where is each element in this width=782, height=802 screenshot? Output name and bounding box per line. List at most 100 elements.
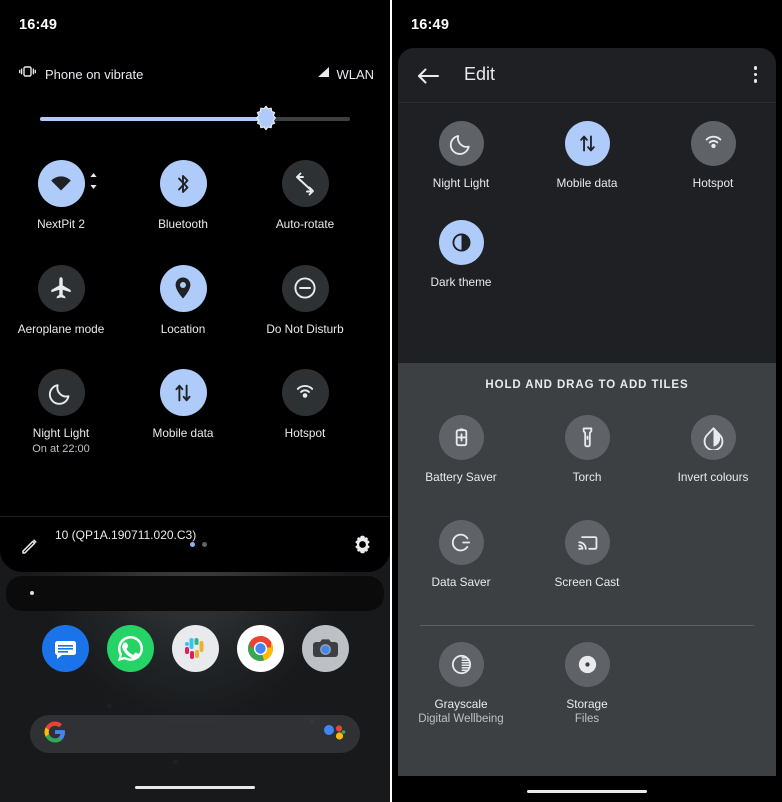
whatsapp-app-icon[interactable]	[106, 625, 154, 672]
invert-colours-icon[interactable]	[690, 415, 736, 460]
current-tiles-section: Night Light Mobile data Hotspot Dark theme	[398, 103, 776, 363]
edit-tile-label: Invert colours	[677, 470, 749, 484]
quick-settings-row: Aeroplane mode Location Do Not Disturb	[0, 264, 390, 337]
qs-tile-do-not-disturb[interactable]: Do Not Disturb	[244, 264, 366, 337]
signal-triangle-icon	[316, 65, 330, 83]
battery-saver-icon[interactable]	[438, 415, 484, 460]
quick-settings-footer: 10 (QP1A.190711.020.C3)	[0, 516, 390, 572]
edit-tiles-sheet: Edit Night Light Mobile data Hotspot Dark t…	[398, 48, 776, 776]
left-phone-screen: 16:49 Phone on vibrate WLAN NextPit 2 Bl…	[0, 0, 390, 802]
qs-tile-nextpit-2[interactable]: NextPit 2	[0, 160, 122, 232]
qs-tile-auto-rotate[interactable]: Auto-rotate	[244, 160, 366, 232]
qs-tile-label: Night Light	[32, 426, 90, 441]
chrome-app-icon[interactable]	[236, 625, 284, 672]
quick-settings-tile-grid: NextPit 2 Bluetooth Auto-rotate Aeroplane m…	[0, 160, 390, 488]
qs-tile-bluetooth[interactable]: Bluetooth	[122, 160, 244, 232]
current-tiles-grid: Night Light Mobile data Hotspot Dark theme	[398, 103, 776, 289]
notification-strip[interactable]	[6, 576, 384, 611]
page-indicator	[190, 542, 207, 547]
screenshot-stage: 16:49 Phone on vibrate WLAN NextPit 2 Bl…	[0, 0, 782, 802]
navigation-pill-right	[527, 789, 647, 793]
bluetooth-icon[interactable]	[159, 160, 207, 207]
edit-tile-hotspot[interactable]: Hotspot	[650, 121, 776, 190]
edit-tile-label: Grayscale	[434, 697, 488, 711]
edit-tile-storage[interactable]: Storage Files	[524, 642, 650, 725]
edit-tile-label: Data Saver	[431, 575, 491, 589]
page-dot-2[interactable]	[202, 542, 207, 547]
screen-cast-icon[interactable]	[564, 520, 610, 565]
settings-gear-icon[interactable]	[352, 534, 373, 560]
qs-tile-label: Hotspot	[284, 426, 326, 441]
edit-tile-torch[interactable]: Torch	[524, 415, 650, 484]
messages-app-icon[interactable]	[41, 625, 89, 672]
qs-tile-aeroplane-mode[interactable]: Aeroplane mode	[0, 264, 122, 337]
qs-tile-label: Bluetooth	[158, 217, 208, 231]
edit-pencil-icon[interactable]	[20, 536, 40, 561]
wifi-icon[interactable]	[37, 160, 97, 207]
dark-theme-icon[interactable]	[438, 220, 484, 265]
google-search-bar[interactable]	[30, 715, 360, 753]
overflow-dot	[753, 79, 757, 83]
airplane-icon[interactable]	[37, 264, 85, 312]
hotspot-icon[interactable]	[281, 369, 329, 417]
qs-tile-sublabel: On at 22:00	[32, 443, 90, 456]
mobile-data-icon[interactable]	[159, 369, 207, 417]
edit-tile-row: Night Light Mobile data Hotspot	[398, 121, 776, 190]
qs-tile-location[interactable]: Location	[122, 264, 244, 337]
wifi-expand-caret-icon[interactable]	[89, 172, 98, 195]
moon-icon[interactable]	[438, 121, 484, 166]
qs-tile-label: Location	[160, 321, 206, 336]
status-bar: 16:49	[0, 0, 390, 46]
right-phone-screen: 16:49 Edit Night Light Mobile data Hotsp…	[392, 0, 782, 802]
edit-tile-invert-colours[interactable]: Invert colours	[650, 415, 776, 484]
status-bar-right: 16:49	[392, 0, 782, 46]
edit-tile-label: Mobile data	[556, 176, 618, 190]
grayscale-icon[interactable]	[438, 642, 484, 687]
mobile-data-icon[interactable]	[564, 121, 610, 166]
camera-app-icon[interactable]	[301, 625, 349, 672]
page-dot-1[interactable]	[190, 542, 195, 547]
moon-icon[interactable]	[37, 369, 85, 417]
location-pin-icon[interactable]	[159, 264, 207, 312]
google-assistant-icon[interactable]	[322, 722, 346, 747]
more-vert-icon[interactable]	[753, 66, 757, 83]
edit-tile-label: Storage	[566, 697, 608, 711]
status-bar-time-right: 16:49	[411, 17, 450, 33]
qs-tile-label: Auto-rotate	[275, 217, 335, 231]
edit-tile-dark-theme[interactable]: Dark theme	[398, 220, 524, 289]
auto-rotate-icon[interactable]	[281, 160, 329, 207]
network-status: WLAN	[316, 65, 374, 83]
add-tiles-section: HOLD AND DRAG TO ADD TILES Battery Saver…	[398, 363, 776, 776]
edit-tile-row: Grayscale Digital Wellbeing Storage Files	[398, 642, 776, 725]
data-saver-icon[interactable]	[438, 520, 484, 565]
edit-tile-data-saver[interactable]: Data Saver	[398, 520, 524, 589]
vibrate-status: Phone on vibrate	[18, 65, 143, 83]
qs-tile-night-light[interactable]: Night Light On at 22:00	[0, 369, 122, 455]
brightness-slider[interactable]	[40, 105, 350, 131]
edit-tile-label: Dark theme	[430, 275, 492, 289]
edit-tile-label: Torch	[572, 470, 602, 484]
torch-icon[interactable]	[564, 415, 610, 460]
notification-dot-icon	[30, 591, 34, 595]
hotspot-icon[interactable]	[690, 121, 736, 166]
edit-tile-battery-saver[interactable]: Battery Saver	[398, 415, 524, 484]
do-not-disturb-icon[interactable]	[281, 264, 329, 312]
add-tiles-grid: Battery Saver Torch Invert colours Data Sav…	[398, 415, 776, 589]
edit-tile-label: Screen Cast	[554, 575, 620, 589]
edit-tile-mobile-data[interactable]: Mobile data	[524, 121, 650, 190]
qs-tile-mobile-data[interactable]: Mobile data	[122, 369, 244, 455]
qs-tile-hotspot[interactable]: Hotspot	[244, 369, 366, 455]
edit-tile-row: Battery Saver Torch Invert colours	[398, 415, 776, 484]
app-tiles-grid: Grayscale Digital Wellbeing Storage Files	[398, 626, 776, 725]
edit-tile-night-light[interactable]: Night Light	[398, 121, 524, 190]
edit-tile-screen-cast[interactable]: Screen Cast	[524, 520, 650, 589]
brightness-thumb[interactable]	[253, 105, 279, 131]
edit-tile-label: Hotspot	[692, 176, 734, 190]
slack-app-icon[interactable]	[171, 625, 219, 672]
storage-icon[interactable]	[564, 642, 610, 687]
navigation-pill	[135, 785, 255, 789]
build-version-label: 10 (QP1A.190711.020.C3)	[55, 528, 197, 542]
edit-tile-grayscale[interactable]: Grayscale Digital Wellbeing	[398, 642, 524, 725]
arrow-back-icon[interactable]	[417, 67, 439, 90]
qs-tile-label: Do Not Disturb	[266, 321, 344, 336]
